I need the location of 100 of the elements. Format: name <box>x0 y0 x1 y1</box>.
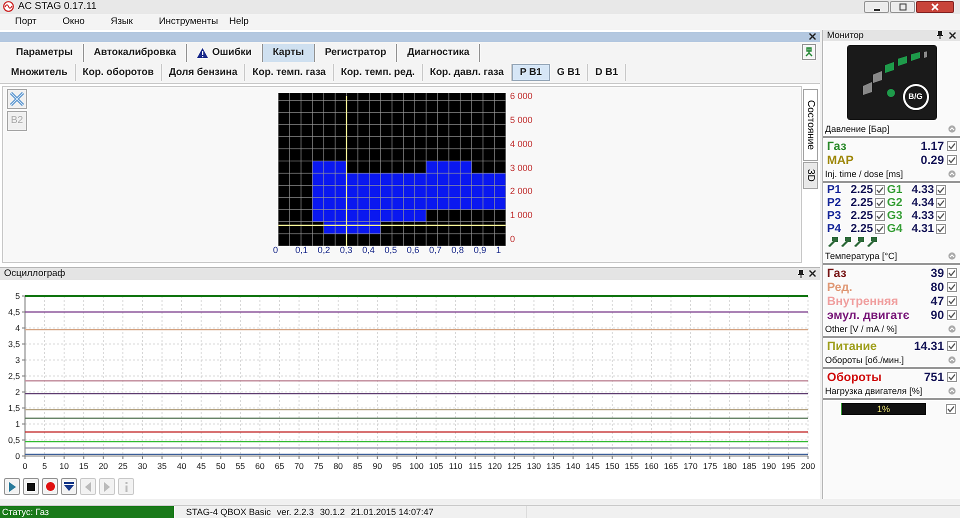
stop-button[interactable] <box>23 478 39 496</box>
axis-label: 25 <box>118 460 128 471</box>
menu-item[interactable]: Help <box>229 16 260 28</box>
axis-label: 0,5 <box>384 244 398 255</box>
value-label: Обороты <box>827 370 882 384</box>
value-label: Газ <box>827 138 846 153</box>
axis-label: 90 <box>372 460 382 471</box>
checkbox[interactable] <box>875 185 885 196</box>
info-icon <box>124 482 128 492</box>
menu-item[interactable]: Окно <box>48 16 96 28</box>
status-info: ver. 2.2.3 <box>276 507 314 517</box>
axis-label: 0,6 <box>406 244 420 255</box>
axis-label: 1,5 <box>8 402 20 413</box>
checkbox[interactable] <box>947 282 957 292</box>
axis-label: 125 <box>507 460 522 471</box>
checkbox[interactable] <box>875 198 885 208</box>
section-title: Температура [°C] <box>825 251 898 262</box>
checkbox[interactable] <box>936 224 946 234</box>
triangle-down-icon <box>64 482 74 492</box>
checkbox[interactable] <box>936 211 946 222</box>
checkbox[interactable] <box>947 372 957 382</box>
injector-icon <box>853 236 864 248</box>
checkbox[interactable] <box>947 154 957 165</box>
value-reading: 4.33 <box>910 184 934 196</box>
subtab[interactable]: Множитель <box>4 64 76 81</box>
pin-icon[interactable] <box>798 270 804 278</box>
side-tab[interactable]: Состояние <box>803 88 818 161</box>
menu-item[interactable]: Язык <box>96 16 144 28</box>
axis-label: 45 <box>196 460 206 471</box>
menu-item[interactable]: Инструменты <box>144 16 230 28</box>
subtab[interactable]: Кор. темп. газа <box>245 64 334 81</box>
value-reading: 2.25 <box>850 223 873 236</box>
value-label: G1 <box>887 184 903 196</box>
subtab[interactable]: Доля бензина <box>162 64 246 81</box>
axis-label: 1 <box>496 244 502 255</box>
menu-item[interactable]: Порт <box>0 16 48 28</box>
subtab[interactable]: G B1 <box>550 64 588 81</box>
value-reading: 4.31 <box>910 223 934 236</box>
value-label: Питание <box>827 338 877 353</box>
axis-label: 5 <box>15 290 20 301</box>
stop-icon <box>27 482 35 491</box>
axis-label: 0 <box>273 244 278 255</box>
pin-icon[interactable] <box>937 31 943 40</box>
axis-label: 15 <box>79 460 88 471</box>
axis-label: 6 000 <box>510 91 533 102</box>
status-info: 21.01.2015 14:07:47 <box>350 507 434 517</box>
close-icon[interactable] <box>949 32 956 39</box>
subtab[interactable]: P B1 <box>512 64 550 81</box>
minimize-button[interactable] <box>864 0 889 13</box>
axis-label: 165 <box>664 460 678 471</box>
checkbox[interactable] <box>947 268 957 278</box>
close-icon[interactable] <box>809 270 816 278</box>
value-reading: 1.17 <box>920 138 944 153</box>
checkbox[interactable] <box>947 140 957 151</box>
axis-label: 35 <box>157 460 167 471</box>
axis-label: 1 000 <box>510 210 533 220</box>
section-title: Нагрузка двигателя [%] <box>825 386 922 396</box>
close-button[interactable] <box>916 0 954 13</box>
subtab[interactable]: D B1 <box>588 64 626 81</box>
tab[interactable]: Карты <box>262 44 315 62</box>
axis-label: 40 <box>176 460 186 471</box>
axis-label: 50 <box>216 460 226 471</box>
checkbox[interactable] <box>875 211 885 222</box>
axis-label: 145 <box>586 460 600 471</box>
value-label: Газ <box>827 266 846 280</box>
axis-label: 200 <box>800 460 816 471</box>
subtab[interactable]: Кор. темп. ред. <box>334 64 423 81</box>
reset-button[interactable] <box>7 88 27 109</box>
axis-label: 155 <box>624 460 639 471</box>
play-icon <box>8 482 16 492</box>
subtab[interactable]: Кор. оборотов <box>76 64 162 81</box>
minimize-icon <box>874 8 880 11</box>
maximize-button[interactable] <box>890 0 915 13</box>
panel-title: Осциллограф <box>4 268 66 280</box>
axis-label: 60 <box>255 460 265 471</box>
checkbox[interactable] <box>946 404 956 414</box>
side-tab[interactable]: 3D <box>803 162 818 189</box>
close-icon[interactable] <box>809 33 816 40</box>
down-button[interactable] <box>61 478 77 496</box>
axis-label: 5 <box>42 460 47 471</box>
axis-label: 55 <box>236 460 246 471</box>
section-title: Inj. time / dose [ms] <box>825 169 904 180</box>
checkbox[interactable] <box>875 224 885 234</box>
checkbox[interactable] <box>947 296 957 306</box>
play-button[interactable] <box>4 478 20 496</box>
checkbox[interactable] <box>947 310 957 320</box>
axis-label: 160 <box>644 460 658 471</box>
record-button[interactable] <box>42 478 58 496</box>
axis-label: 85 <box>353 460 362 471</box>
value-reading: 751 <box>924 370 944 384</box>
checkbox[interactable] <box>936 185 946 196</box>
cross-arrows-icon <box>9 90 25 107</box>
axis-label: 120 <box>488 460 502 471</box>
checkbox[interactable] <box>936 198 946 208</box>
checkbox[interactable] <box>947 340 957 351</box>
axis-label: 2 <box>15 386 20 397</box>
value-reading: 14.31 <box>914 338 944 353</box>
panel-title: Монитор <box>827 30 864 40</box>
axis-label: 0,5 <box>8 434 20 445</box>
app-logo-icon <box>3 1 14 12</box>
